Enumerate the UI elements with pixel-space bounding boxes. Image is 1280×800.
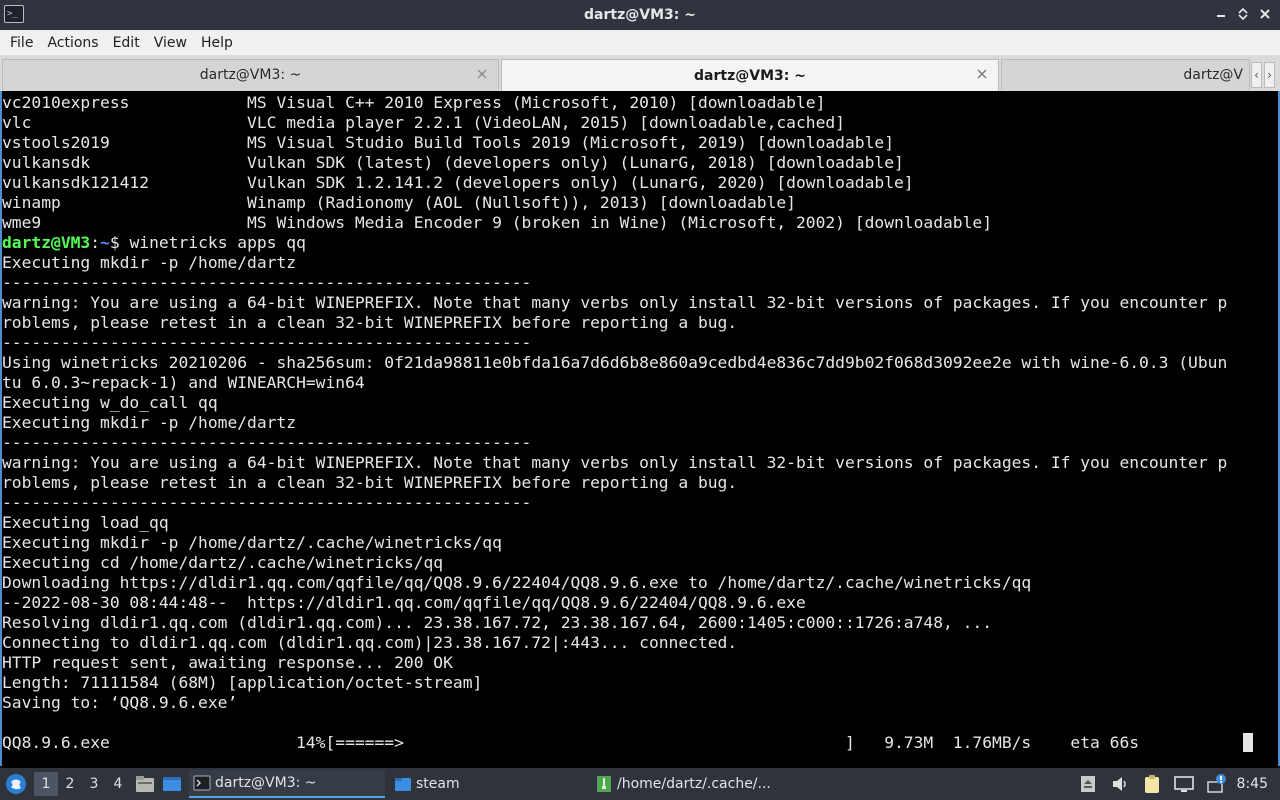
minimize-icon[interactable]: [1212, 5, 1230, 23]
system-tray: 8:45: [1077, 768, 1280, 800]
task-label: steam: [416, 776, 460, 792]
task-label: /home/dartz/.cache/...: [617, 776, 771, 792]
file-manager-launcher-icon[interactable]: [134, 773, 156, 795]
terminal-line: Length: 71111584 (68M) [application/octe…: [2, 673, 483, 692]
terminal-line: vulkansdk121412 Vulkan SDK 1.2.141.2 (de…: [2, 173, 914, 192]
menu-view[interactable]: View: [147, 30, 194, 56]
tab-label: dartz@V: [1183, 67, 1243, 83]
terminal-line: Downloading https://dldir1.qq.com/qqfile…: [2, 573, 1032, 592]
terminal-line: ----------------------------------------…: [2, 333, 532, 352]
clock[interactable]: 8:45: [1237, 776, 1268, 792]
terminal-line: Connecting to dldir1.qq.com (dldir1.qq.c…: [2, 633, 738, 652]
terminal-line: warning: You are using a 64-bit WINEPREF…: [2, 293, 1228, 312]
clipboard-icon[interactable]: [1141, 773, 1163, 795]
tab-2[interactable]: dartz@VM3: ~: [501, 59, 999, 91]
terminal-line: Executing mkdir -p /home/dartz: [2, 253, 297, 272]
terminal-line: tu 6.0.3~repack-1) and WINEARCH=win64: [2, 373, 365, 392]
app-menu-icon[interactable]: [5, 773, 27, 795]
terminal-line: vlc VLC media player 2.2.1 (VideoLAN, 20…: [2, 113, 845, 132]
terminal-lines: vc2010express MS Visual C++ 2010 Express…: [2, 93, 1278, 753]
display-icon[interactable]: [1173, 773, 1195, 795]
workspace-4[interactable]: 4: [106, 772, 130, 796]
terminal-line: HTTP request sent, awaiting response... …: [2, 653, 453, 672]
terminal-line: wme9 MS Windows Media Encoder 9 (broken …: [2, 213, 993, 232]
tab-close-icon[interactable]: [476, 68, 488, 80]
task-label: dartz@VM3: ~: [215, 775, 317, 791]
tab-scroll-left-icon[interactable]: ‹: [1251, 62, 1262, 88]
maximize-icon[interactable]: [1234, 5, 1252, 23]
tab-label: dartz@VM3: ~: [199, 67, 302, 83]
terminal-line: warning: You are using a 64-bit WINEPREF…: [2, 453, 1228, 472]
task-archive[interactable]: /home/dartz/.cache/...: [591, 770, 791, 798]
terminal-output[interactable]: vc2010express MS Visual C++ 2010 Express…: [0, 91, 1280, 766]
taskbar: 1 2 3 4 dartz@VM3: ~ steam /home/dartz/.…: [0, 768, 1280, 800]
terminal-line: Using winetricks 20210206 - sha256sum: 0…: [2, 353, 1228, 372]
terminal-line: ----------------------------------------…: [2, 273, 532, 292]
terminal-icon: [193, 774, 211, 792]
terminal-cursor: [1243, 733, 1253, 752]
archive-icon: [595, 775, 613, 793]
terminal-line: Executing mkdir -p /home/dartz: [2, 413, 297, 432]
menu-bar: File Actions Edit View Help: [0, 30, 1280, 56]
terminal-line: ----------------------------------------…: [2, 493, 532, 512]
tab-close-icon[interactable]: [976, 68, 988, 80]
close-icon[interactable]: [1256, 5, 1274, 23]
workspace-2[interactable]: 2: [58, 772, 82, 796]
terminal-line: Executing mkdir -p /home/dartz/.cache/wi…: [2, 533, 502, 552]
terminal-line: winamp Winamp (Radionomy (AOL (Nullsoft)…: [2, 193, 796, 212]
prompt-path: ~: [100, 233, 110, 252]
progress-line: QQ8.9.6.exe 14%[======> ] 9.73M 1.76MB/s…: [2, 733, 1140, 752]
prompt-line: dartz@VM3:~$ winetricks apps qq: [2, 233, 1278, 253]
tab-scroll-right-icon[interactable]: ›: [1264, 62, 1275, 88]
update-notifier-icon[interactable]: [1205, 773, 1227, 795]
tab-bar: dartz@VM3: ~ dartz@VM3: ~ dartz@V ‹ ›: [0, 56, 1280, 91]
menu-edit[interactable]: Edit: [106, 30, 147, 56]
terminal-line: Executing cd /home/dartz/.cache/winetric…: [2, 553, 444, 572]
window-title: dartz@VM3: ~: [584, 7, 696, 23]
terminal-line: Executing load_qq: [2, 513, 169, 532]
terminal-app-icon[interactable]: >_: [4, 5, 24, 23]
menu-help[interactable]: Help: [194, 30, 240, 56]
task-terminal[interactable]: dartz@VM3: ~: [189, 770, 385, 798]
eject-icon[interactable]: [1077, 773, 1099, 795]
menu-file[interactable]: File: [3, 30, 40, 56]
task-steam[interactable]: steam: [390, 770, 586, 798]
terminal-line: roblems, please retest in a clean 32-bit…: [2, 313, 738, 332]
tab-label: dartz@VM3: ~: [694, 67, 806, 84]
workspace-3[interactable]: 3: [82, 772, 106, 796]
terminal-line: roblems, please retest in a clean 32-bit…: [2, 473, 738, 492]
terminal-line: vulkansdk Vulkan SDK (latest) (developer…: [2, 153, 904, 172]
prompt-command: winetricks apps qq: [129, 233, 306, 252]
tab-1[interactable]: dartz@VM3: ~: [2, 59, 499, 90]
menu-actions[interactable]: Actions: [40, 30, 105, 56]
folder-icon: [394, 775, 412, 793]
volume-icon[interactable]: [1109, 773, 1131, 795]
prompt-separator: :: [90, 233, 101, 252]
window-titlebar[interactable]: >_ dartz@VM3: ~: [0, 0, 1280, 30]
show-desktop-icon[interactable]: [161, 773, 183, 795]
terminal-line: ----------------------------------------…: [2, 433, 532, 452]
window-controls: [1212, 5, 1274, 23]
prompt-symbol: $: [109, 233, 130, 252]
terminal-line: Executing w_do_call qq: [2, 393, 218, 412]
workspace-1[interactable]: 1: [34, 772, 58, 796]
terminal-line: Resolving dldir1.qq.com (dldir1.qq.com).…: [2, 613, 993, 632]
prompt-user: dartz@VM3: [2, 233, 91, 252]
terminal-line: vc2010express MS Visual C++ 2010 Express…: [2, 93, 826, 112]
terminal-line: --2022-08-30 08:44:48-- https://dldir1.q…: [2, 593, 806, 612]
terminal-line: vstools2019 MS Visual Studio Build Tools…: [2, 133, 894, 152]
tab-3[interactable]: dartz@V: [1001, 59, 1250, 90]
workspace-switcher: 1 2 3 4: [34, 772, 130, 796]
terminal-line: Saving to: ‘QQ8.9.6.exe’: [2, 693, 238, 712]
